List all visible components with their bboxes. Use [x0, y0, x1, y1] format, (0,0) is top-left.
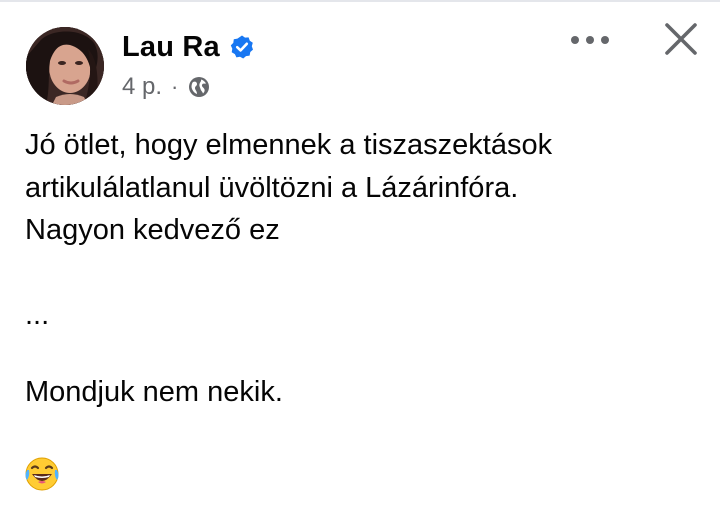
avatar[interactable] [26, 27, 104, 105]
more-dots-icon [569, 33, 611, 51]
post-ellipsis: ... [25, 299, 50, 331]
more-options-button[interactable] [566, 24, 614, 60]
avatar-image [26, 27, 104, 105]
top-divider [0, 0, 720, 2]
post-time[interactable]: 4 p. [122, 73, 162, 101]
author-row: Lau Ra [122, 29, 255, 65]
post-closing-line: Mondjuk nem nekik. [25, 376, 283, 408]
laughing-emoji-icon: 😂 [24, 456, 60, 492]
meta-separator: · [171, 74, 179, 99]
author-name[interactable]: Lau Ra [122, 31, 220, 64]
post-meta: 4 p. · [122, 72, 211, 102]
post-text: Jó ötlet, hogy elmennek a tiszaszektások… [25, 129, 553, 246]
globe-icon[interactable] [187, 75, 211, 99]
close-button[interactable] [656, 16, 706, 66]
verified-badge-icon [229, 34, 255, 60]
post-card: Lau Ra 4 p. · Jó ötlet, hogy elmennek a … [0, 0, 720, 505]
close-icon [664, 22, 698, 61]
